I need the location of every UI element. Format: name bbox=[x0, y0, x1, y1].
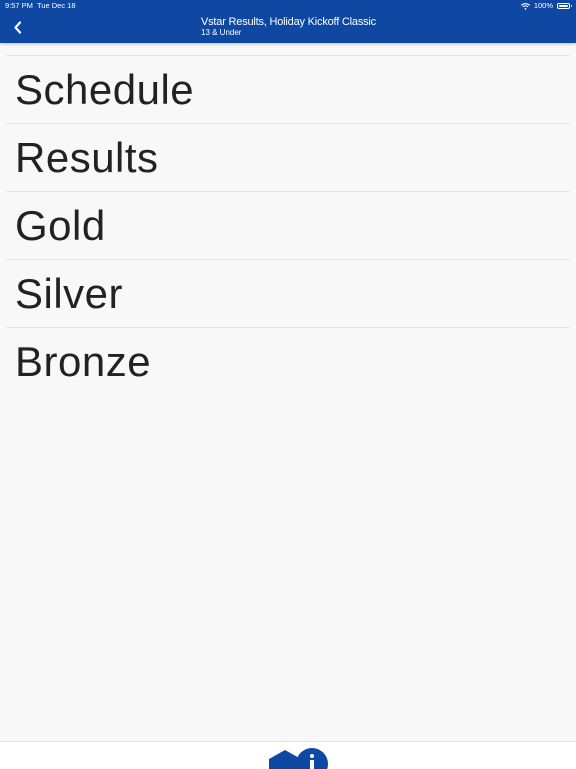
info-dot bbox=[310, 754, 314, 758]
bottom-toolbar bbox=[0, 741, 576, 769]
page-title: Vstar Results, Holiday Kickoff Classic bbox=[201, 16, 376, 28]
status-bar: 9:57 PM Tue Dec 18 100% bbox=[0, 0, 576, 12]
menu-item-label: Bronze bbox=[15, 338, 152, 385]
chevron-left-icon bbox=[13, 20, 21, 34]
battery-icon bbox=[557, 3, 572, 9]
menu-item-bronze[interactable]: Bronze bbox=[6, 327, 570, 395]
menu-item-silver[interactable]: Silver bbox=[6, 259, 570, 327]
page-subtitle: 13 & Under bbox=[201, 28, 242, 37]
menu-item-results[interactable]: Results bbox=[6, 123, 570, 191]
info-icon[interactable] bbox=[296, 748, 328, 769]
status-indicators: 100% bbox=[520, 0, 572, 12]
back-button[interactable] bbox=[8, 17, 26, 37]
menu-item-label: Results bbox=[15, 134, 159, 181]
menu-item-label: Silver bbox=[15, 270, 124, 317]
wifi-icon bbox=[520, 2, 530, 10]
menu-item-schedule[interactable]: Schedule bbox=[6, 55, 570, 123]
menu-list: Schedule Results Gold Silver Bronze bbox=[0, 55, 576, 395]
menu-item-gold[interactable]: Gold bbox=[6, 191, 570, 259]
header-title-block: Vstar Results, Holiday Kickoff Classic 1… bbox=[201, 16, 376, 38]
battery-percentage: 100% bbox=[533, 1, 553, 10]
status-time: 9:57 PM bbox=[5, 1, 33, 10]
status-date: Tue Dec 18 bbox=[37, 1, 76, 10]
navigation-header: 9:57 PM Tue Dec 18 100% Vstar Results, H… bbox=[0, 0, 576, 43]
menu-item-label: Schedule bbox=[15, 66, 195, 113]
menu-item-label: Gold bbox=[15, 202, 106, 249]
